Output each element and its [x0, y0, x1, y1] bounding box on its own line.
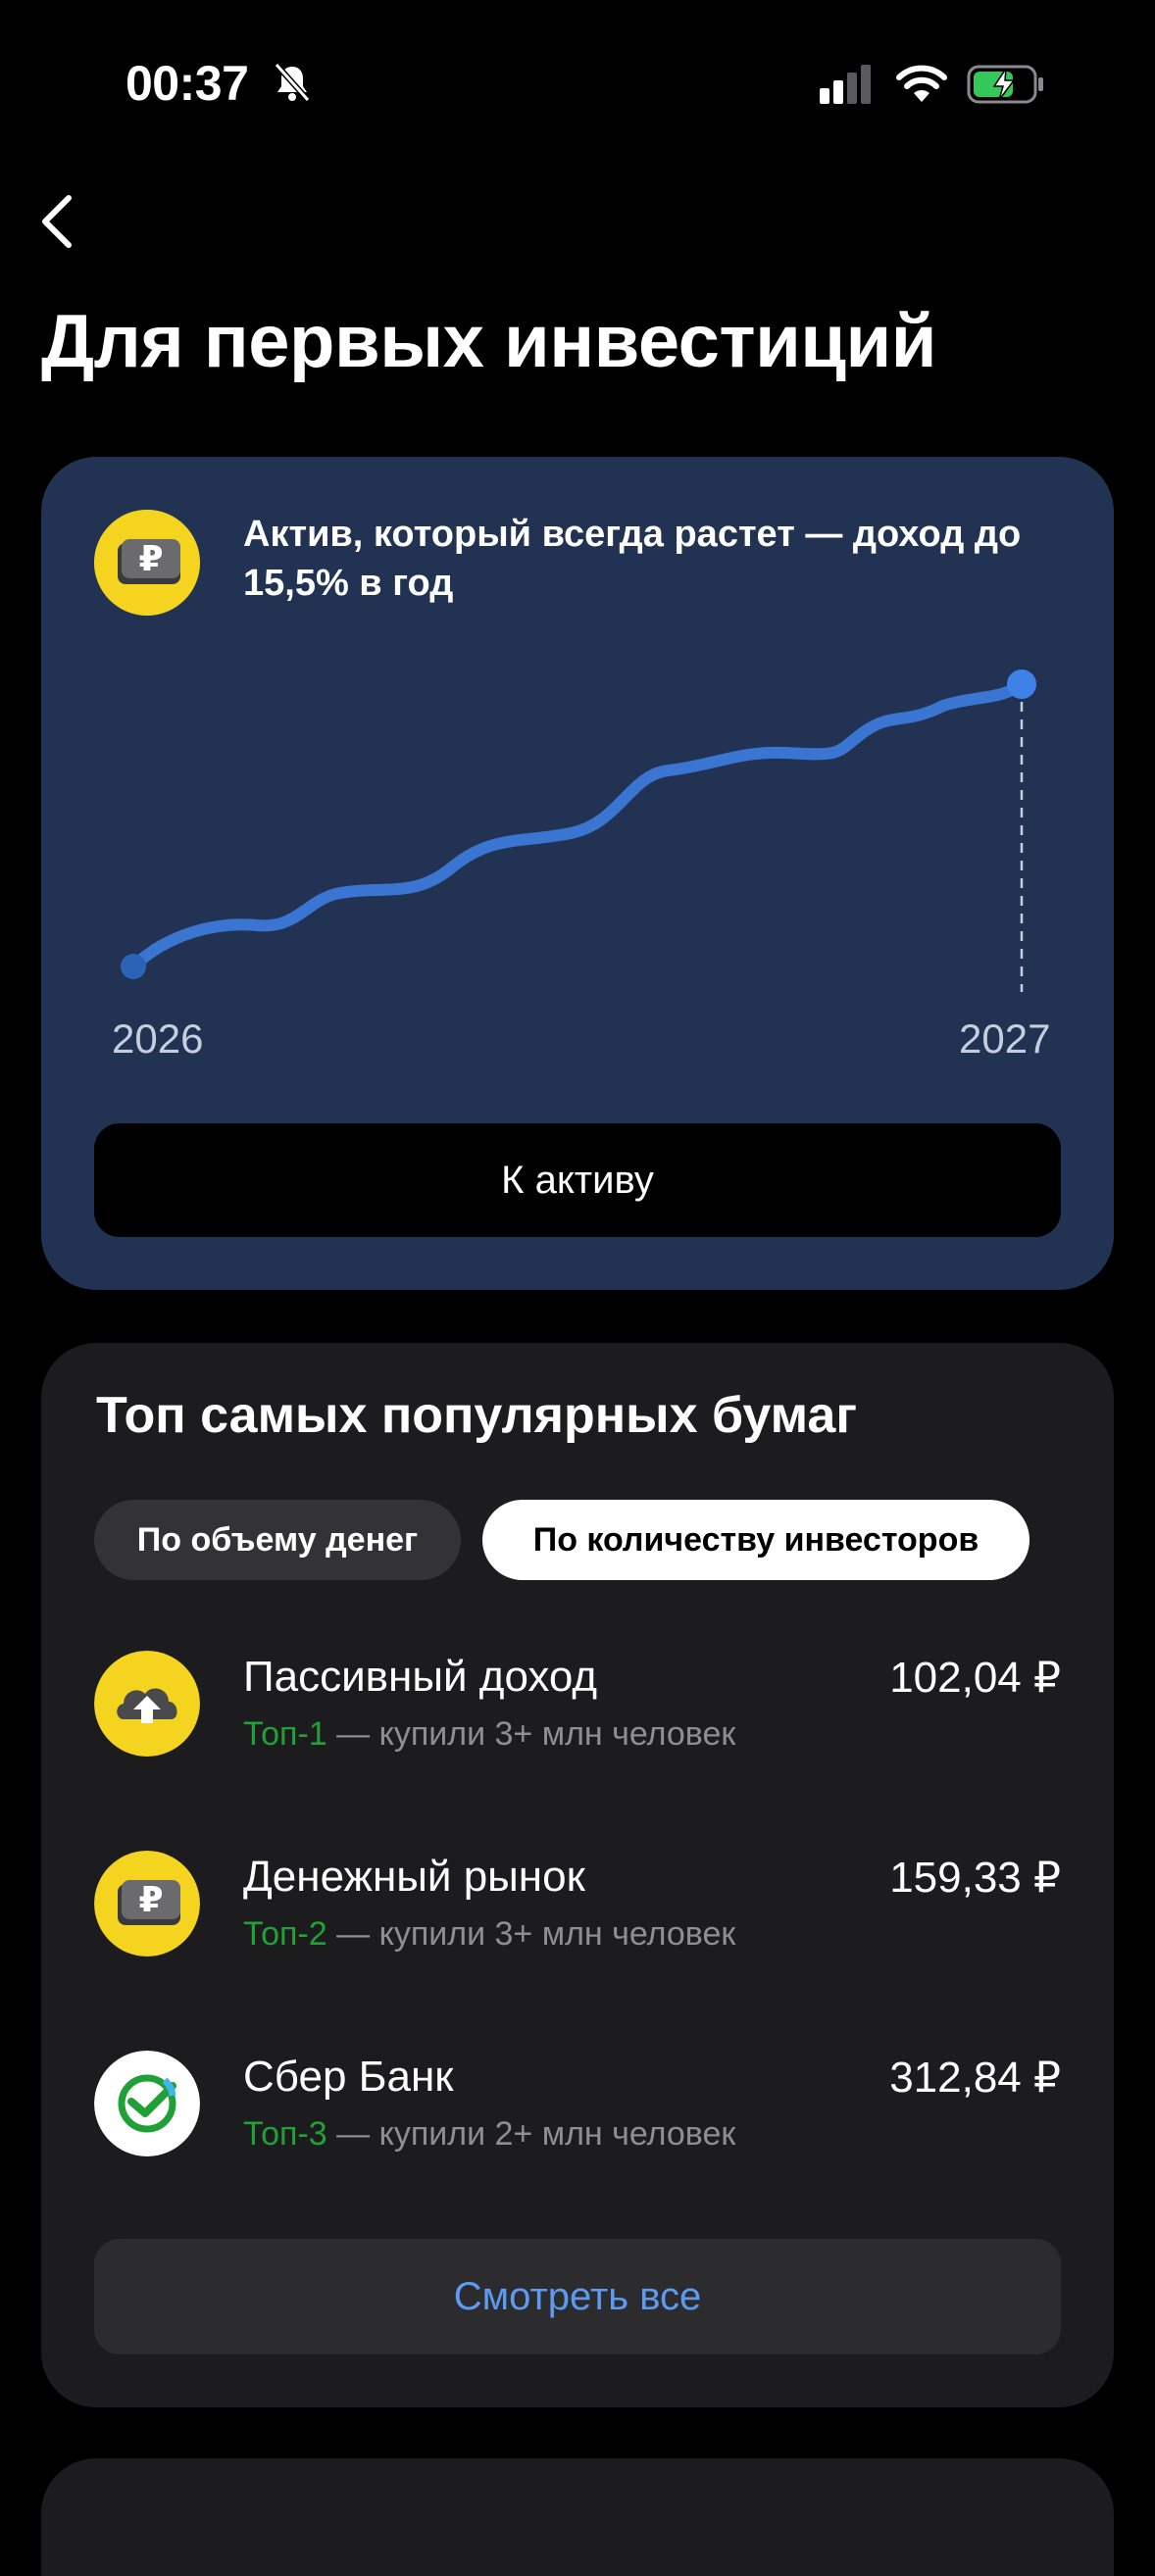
passive-income-icon: [94, 1651, 200, 1757]
tab-by-investor-count[interactable]: По количеству инвесторов: [482, 1500, 1029, 1580]
status-time: 00:37: [126, 56, 249, 111]
security-detail: — купили 2+ млн человек: [326, 2115, 736, 2153]
security-price: 102,04 ₽: [889, 1654, 1061, 1702]
chart-line: [127, 678, 1028, 972]
chart-start-point: [121, 954, 146, 979]
sber-logo-icon: [94, 2051, 200, 2156]
security-rank-line: Топ-1 — купили 3+ млн человек: [243, 1715, 735, 1754]
security-rank-line: Топ-2 — купили 3+ млн человек: [243, 1915, 735, 1954]
money-market-coin-icon: ₽: [94, 510, 200, 616]
chart-year-end: 2027: [959, 1016, 1051, 1062]
security-detail: — купили 3+ млн человек: [326, 1915, 736, 1953]
top-securities-title: Топ самых популярных бумаг: [96, 1387, 857, 1444]
promo-headline: Актив, который всегда растет — доход до …: [243, 514, 1022, 604]
list-item[interactable]: [41, 1617, 1114, 1794]
security-rank: Топ-3: [243, 2115, 327, 2153]
svg-text:₽: ₽: [138, 1880, 163, 1920]
page-title: Для первых инвестиций: [41, 300, 936, 383]
security-rank-line: Топ-3 — купили 2+ млн человек: [243, 2115, 735, 2154]
wifi-icon: [896, 65, 947, 102]
cellular-signal-icon: [820, 65, 871, 104]
security-rank: Топ-2: [243, 1915, 327, 1953]
chart-year-start: 2026: [112, 1016, 204, 1062]
security-name: Сбер Банк: [243, 2053, 454, 2101]
security-price: 159,33 ₽: [889, 1854, 1061, 1902]
security-name: Пассивный доход: [243, 1653, 598, 1701]
battery-charging-icon: [967, 65, 1043, 104]
list-item[interactable]: [41, 1815, 1114, 1992]
go-to-asset-button[interactable]: К активу: [94, 1123, 1061, 1237]
bell-muted-icon: [274, 63, 311, 102]
chart-end-point: [1007, 669, 1036, 699]
security-name: Денежный рынок: [243, 1853, 585, 1901]
tab-by-money-volume[interactable]: По объему денег: [94, 1500, 461, 1580]
security-price: 312,84 ₽: [889, 2054, 1061, 2102]
see-all-button[interactable]: Смотреть все: [94, 2239, 1061, 2354]
back-chevron-icon[interactable]: [37, 192, 76, 251]
security-detail: — купили 3+ млн человек: [326, 1715, 736, 1753]
security-rank: Топ-1: [243, 1715, 327, 1753]
money-market-icon: ₽: [94, 1851, 200, 1957]
growth-chart: [121, 669, 1036, 992]
next-card-peek: [41, 2458, 1114, 2576]
svg-text:₽: ₽: [138, 539, 163, 579]
